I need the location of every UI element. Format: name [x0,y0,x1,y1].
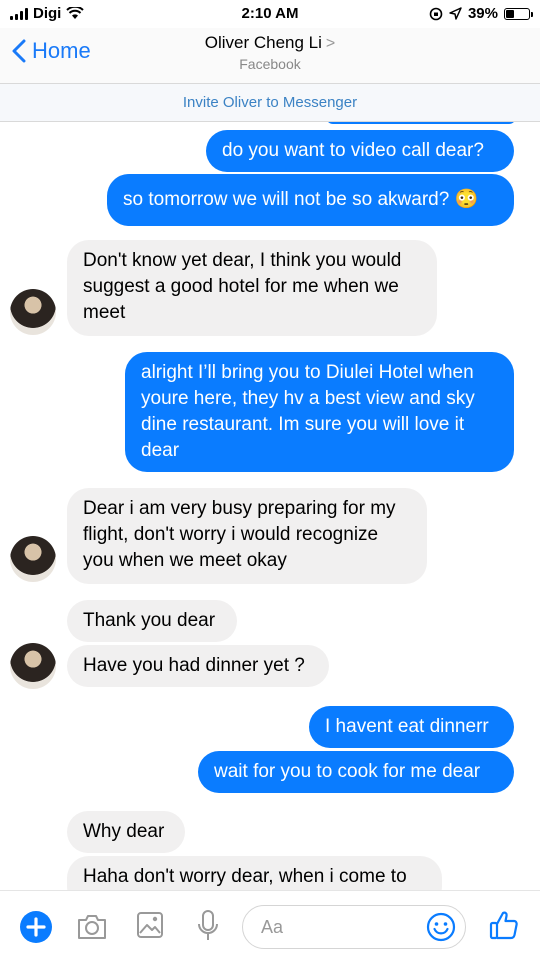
contact-name[interactable]: Oliver Cheng Li > [0,33,540,53]
message-outgoing: wait for you to cook for me dear [198,751,514,793]
contact-source: Facebook [239,56,301,72]
orientation-lock-icon [429,7,443,20]
message-outgoing: do you want to video call dear? [206,130,514,172]
message-outgoing: so tomorrow we will not be so akward? 😳 [107,174,514,226]
location-icon [449,7,462,20]
message-input-placeholder: Aa [261,917,284,937]
plus-icon [26,917,46,937]
microphone-icon[interactable] [196,909,220,943]
battery-icon [504,7,533,20]
message-incoming: Thank you dear [67,600,237,642]
status-right: 39% [429,5,533,22]
contact-avatar[interactable] [10,289,56,335]
thumbs-up-icon[interactable] [488,909,520,941]
emoji-icon[interactable] [425,911,457,943]
battery-fill [506,9,515,18]
contact-avatar[interactable] [10,536,56,582]
photo-icon[interactable] [136,911,164,939]
message-outgoing [326,122,516,124]
message-incoming: Dear i am very busy preparing for my fli… [67,488,427,584]
message-outgoing: I havent eat dinnerr [309,706,514,748]
chevron-right-icon: > [325,35,336,52]
contact-avatar[interactable] [10,643,56,689]
contact-name-text: Oliver Cheng Li [204,33,322,52]
message-incoming: Why dear [67,811,185,853]
plus-button[interactable] [20,911,52,943]
message-incoming: Haha don't worry dear, when i come to [67,856,442,890]
battery-percent: 39% [467,5,498,22]
message-incoming: Don't know yet dear, I think you would s… [67,240,437,336]
message-input[interactable]: Aa [242,905,466,949]
status-bar: Digi 2:10 AM 39% [0,0,540,28]
message-outgoing: alright I’ll bring you to Diulei Hotel w… [125,352,514,472]
composer-bar: Aa [0,890,540,960]
message-incoming: Have you had dinner yet ? [67,645,329,687]
conversation-header: Home Oliver Cheng Li > Facebook [0,28,540,84]
camera-icon[interactable] [76,913,108,941]
message-list[interactable]: do you want to video call dear? so tomor… [0,122,540,890]
invite-banner[interactable]: Invite Oliver to Messenger [0,84,540,122]
